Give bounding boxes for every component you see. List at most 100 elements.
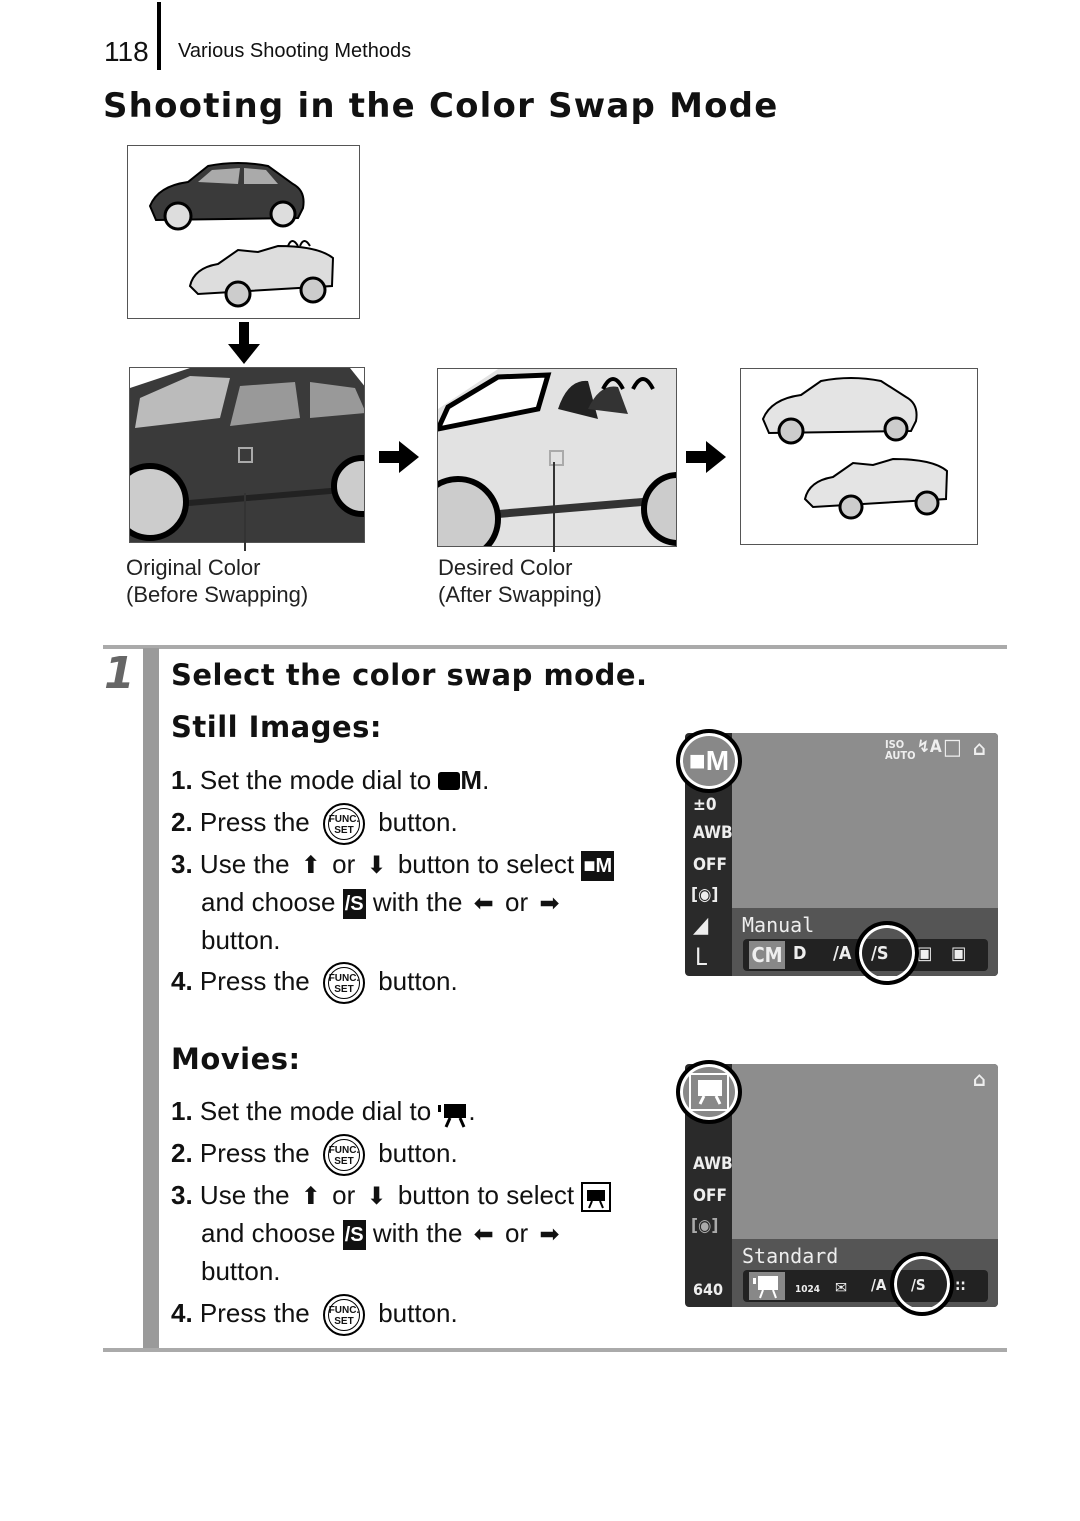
down-arrow-icon: ⬇ [366,1183,387,1210]
my-colors-off-icon: OFF [693,855,727,875]
white-balance-icon: AWB [693,823,733,843]
mode-highlight-circle: ■M [676,729,742,793]
metering-icon: [◉] [691,885,719,905]
still-step-3-line2: and choose /S with the ⬅ or ➡ [201,883,563,923]
original-color-closeup [129,367,365,543]
right-arrow-icon: ➡ [539,1221,560,1248]
caption-line: Original Color [126,555,261,580]
still-step-3-line3: button. [201,925,281,955]
movie-step-2: 2. Press the FUNC. SET button. [171,1134,458,1177]
still-step-4: 4. Press the FUNC. SET button. [171,962,458,1005]
movie-mode-highlight-circle [676,1060,742,1124]
drive-mode-icon: □ [943,735,962,760]
movies-heading: Movies: [171,1042,301,1076]
item-text: button. [378,966,458,996]
item-text: Use the [199,1180,290,1210]
iso-auto-icon: ISO AUTO [885,738,916,762]
func-label: FUNC. [328,973,360,985]
flash-auto-icon: ↯A [917,737,942,757]
option-manual[interactable]: CM [749,941,785,969]
down-arrow-icon: ⬇ [366,852,387,879]
desired-color-caption: Desired Color (After Swapping) [438,554,602,608]
movie-step-3: 3. Use the ⬆ or ⬇ button to select [171,1176,612,1216]
func-set-button-icon: FUNC. SET [322,1294,365,1337]
item-number: 3. [171,1180,193,1210]
step-top-rule [103,645,1007,649]
movie-step-4: 4. Press the FUNC. SET button. [171,1294,458,1337]
item-text: or [332,1180,356,1210]
item-number: 1. [171,765,193,795]
item-text: . [468,1096,476,1126]
step-number: 1 [104,648,135,699]
original-color-caption: Original Color (Before Swapping) [126,554,308,608]
option-custom-2[interactable]: ▣ [951,943,966,964]
item-text: button to select [397,849,575,879]
item-number: 3. [171,849,193,879]
light-convertible-icon [188,240,335,308]
color-swap-highlight-circle [855,921,919,985]
lcd-mode-label: Manual [742,913,815,937]
set-label: SET [334,825,354,837]
movie-step-3-line2: and choose /S with the ⬅ or ➡ [201,1214,563,1254]
exposure-icon: ±0 [693,795,717,815]
swapped-cars-image [761,377,949,520]
step-sidebar [143,648,159,1348]
func-set-button-icon: FUNC. SET [322,962,365,1005]
option-color-accent[interactable]: /A [833,943,851,964]
func-label: FUNC. [328,1145,360,1157]
section-name: Various Shooting Methods [178,40,412,62]
option-standard[interactable] [749,1272,785,1300]
header-divider [157,2,161,70]
option-dynamic[interactable]: D [793,943,806,964]
metering-icon: [◉] [691,1216,719,1236]
item-number: 4. [171,1298,193,1328]
item-text: button. [378,1298,458,1328]
item-text: with the [372,1218,463,1248]
option-time-lapse[interactable]: :: [955,1276,966,1294]
original-color-pointer [244,493,246,551]
step-heading: Select the color swap mode. [171,658,648,692]
caption-line: (Before Swapping) [126,582,309,607]
still-step-1: 1. Set the mode dial to M. [171,761,489,799]
item-text: with the [372,887,463,917]
item-text: button to select [397,1180,575,1210]
option-color-accent[interactable]: /A [871,1276,886,1294]
option-1024[interactable]: 1024 [795,1284,820,1295]
movie-color-swap-icon: /S [342,1220,366,1251]
camera-manual-mode-icon: M [438,765,482,795]
item-text: Set the mode dial to [199,765,432,795]
option-custom-1[interactable]: ▣ [917,943,932,964]
set-label: SET [334,984,354,996]
movie-mode-icon [689,1073,729,1111]
item-text: Set the mode dial to [199,1096,432,1126]
desired-color-closeup [437,368,677,547]
item-text: Press the [199,966,310,996]
lcd-mode-label: Standard [742,1244,839,1268]
compression-icon: ◢ [693,913,709,938]
func-set-button-icon: FUNC. SET [322,1134,365,1177]
white-balance-icon: AWB [693,1154,733,1174]
item-text: button. [378,807,458,837]
item-text: button. [378,1138,458,1168]
light-sedan-icon [761,377,918,445]
page-number: 118 [104,36,149,67]
option-email[interactable]: ✉ [835,1278,847,1297]
item-text: Press the [199,1298,310,1328]
left-arrow-icon: ⬅ [473,890,494,917]
result-image-frame [740,368,978,545]
right-arrow-icon [686,441,726,473]
caption-line: Desired Color [438,555,573,580]
lcd-preview-area [732,1064,998,1239]
item-text: or [505,1218,529,1248]
my-colors-off-icon: OFF [693,1186,727,1206]
set-label: SET [334,1316,354,1328]
movie-step-3-line3: button. [201,1256,281,1286]
light-convertible-icon [803,457,949,520]
left-arrow-icon: ⬅ [473,1221,494,1248]
item-number: 1. [171,1096,193,1126]
item-text: Press the [199,807,310,837]
item-text: and choose [201,1218,336,1248]
item-number: 2. [171,807,193,837]
item-text: Press the [199,1138,310,1168]
item-text: or [505,887,529,917]
